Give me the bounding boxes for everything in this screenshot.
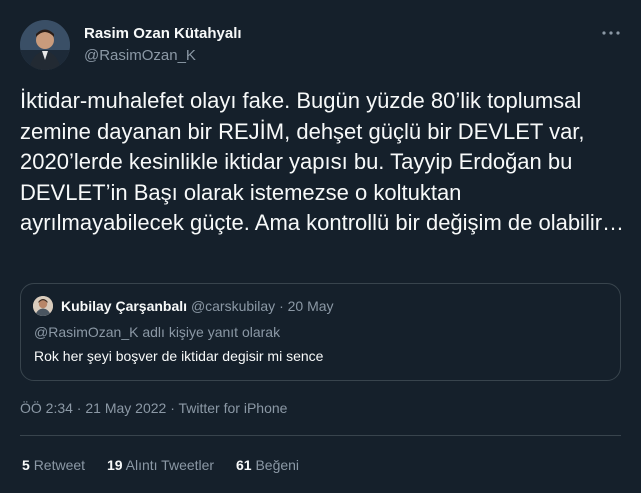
tweet-timestamp[interactable]: ÖÖ 2:34 · 21 May 2022 · Twitter for iPho… [20,399,287,417]
likes-label: Beğeni [255,457,300,473]
quoted-display-name: Kubilay Çarşanbalı [61,298,188,314]
quoted-reply-context: @RasimOzan_K adlı kişiye yanıt olarak [34,324,281,340]
retweets-count: 5 [22,457,30,473]
quoted-date: · 20 May [279,298,334,314]
quotes-label: Alıntı Tweetler [125,457,215,473]
quoted-handle: @carskubilay [190,298,276,314]
author-handle[interactable]: @RasimOzan_K [84,47,242,65]
ellipsis-icon [602,31,620,35]
tweet: Rasim Ozan Kütahyalı @RasimOzan_K İktida… [0,0,641,493]
quoted-tweet[interactable]: Kubilay Çarşanbalı @carskubilay · 20 May… [20,283,621,381]
avatar-photo-icon [33,296,53,316]
more-options-button[interactable] [599,24,623,42]
quotes-stat[interactable]: 19 Alıntı Tweetler [107,457,214,473]
likes-stat[interactable]: 61 Beğeni [236,457,299,473]
tweet-text: İktidar-muhalefet olayı fake. Bugün yüzd… [20,88,625,235]
likes-count: 61 [235,457,252,473]
quoted-author-avatar[interactable] [33,296,53,316]
author-avatar[interactable] [20,20,70,70]
quoted-text: Rok her şeyi boşver de iktidar degisir m… [34,348,324,364]
quoted-header: Kubilay Çarşanbalı @carskubilay · 20 May [61,297,334,315]
quotes-count: 19 [106,457,123,473]
retweets-label: Retweet [33,457,86,473]
avatar-photo-icon [20,20,70,70]
author-display-name[interactable]: Rasim Ozan Kütahyalı [84,25,242,43]
retweets-stat[interactable]: 5 Retweet [22,457,85,473]
divider [20,435,621,436]
author-info: Rasim Ozan Kütahyalı @RasimOzan_K [84,25,242,65]
engagement-stats: 5 Retweet 19 Alıntı Tweetler 61 Beğeni [22,456,317,474]
